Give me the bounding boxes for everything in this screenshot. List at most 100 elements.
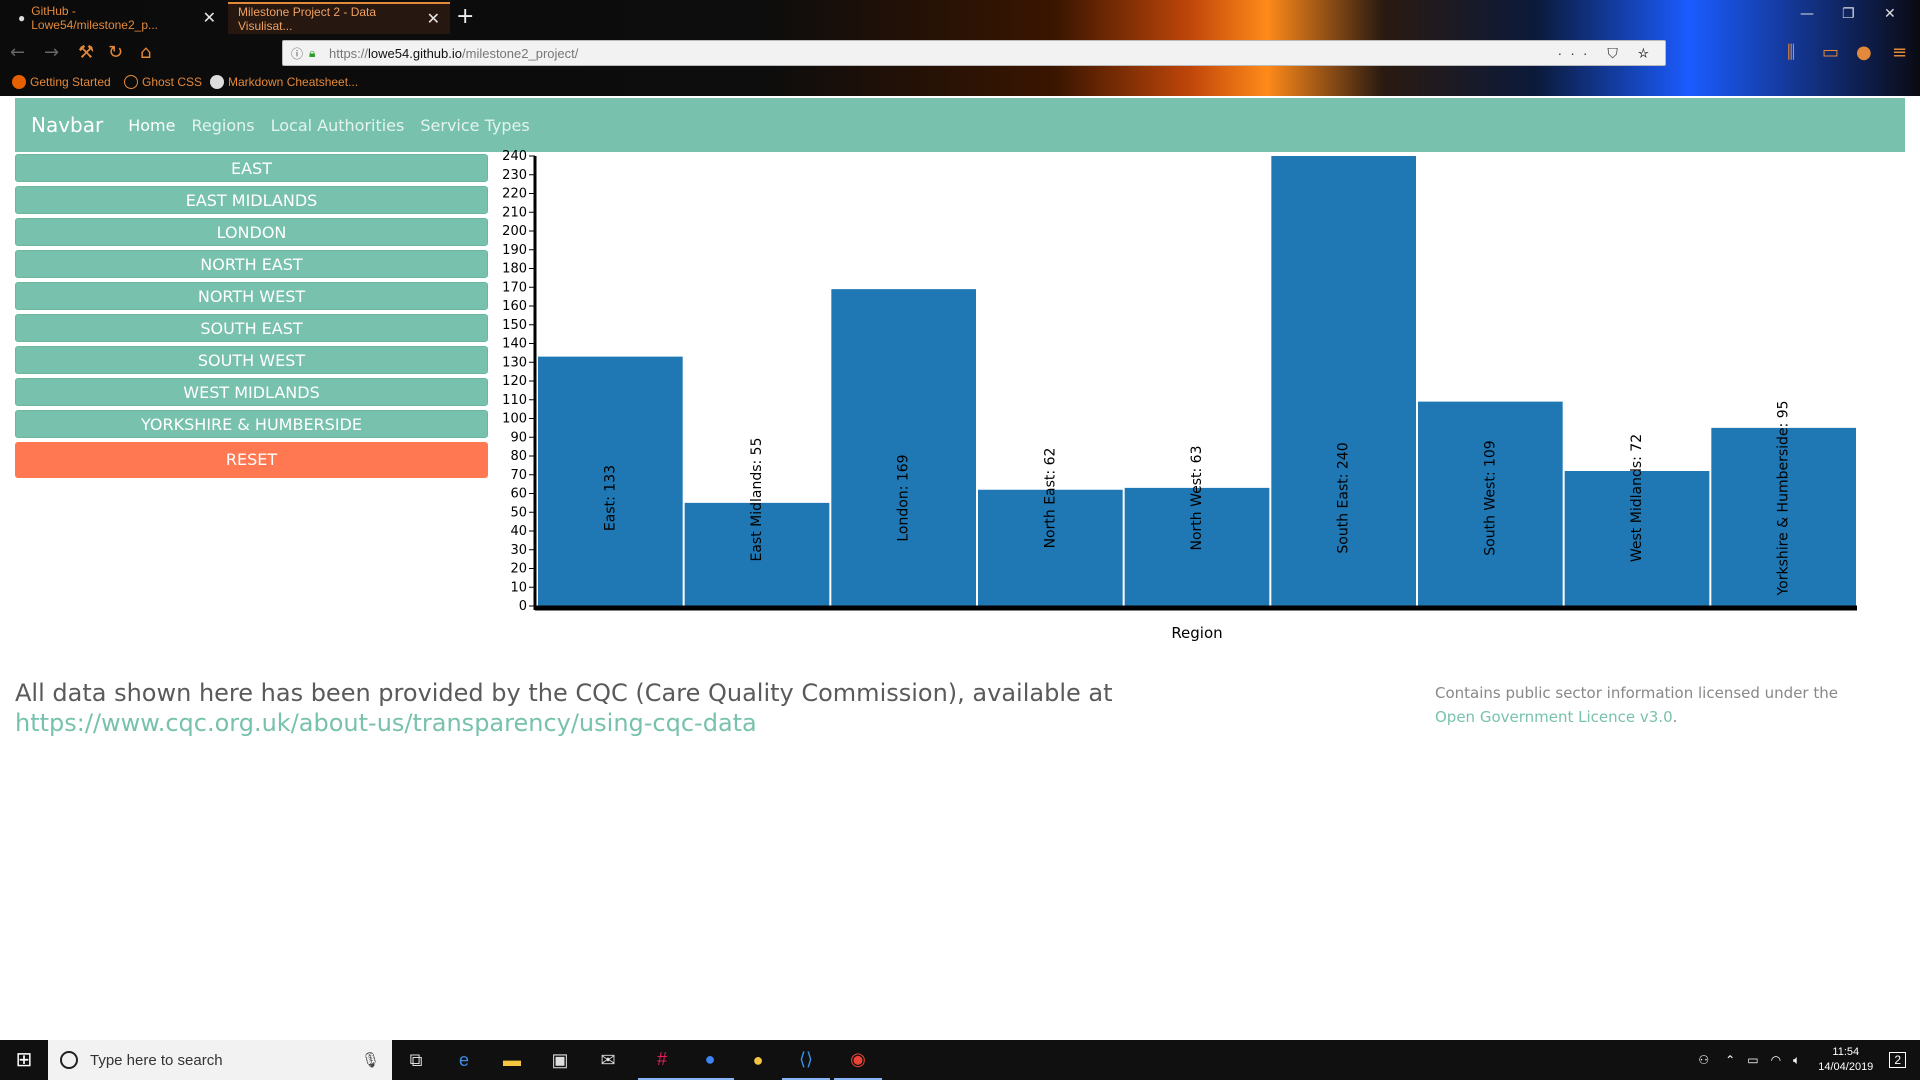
windows-taskbar: ⊞ Type here to search 🎙︎ ⧉ e ▬ ▣ ✉ # ● ●…	[0, 1040, 1920, 1080]
y-tick-label: 190	[502, 243, 527, 258]
cqc-link[interactable]: https://www.cqc.org.uk/about-us/transpar…	[15, 709, 757, 737]
mail-icon[interactable]: ✉	[584, 1040, 632, 1080]
y-tick-label: 120	[502, 374, 527, 389]
minimize-button[interactable]: —	[1800, 6, 1814, 22]
nav-link-regions[interactable]: Regions	[191, 116, 254, 135]
region-filter-list: EAST EAST MIDLANDS LONDON NORTH EAST NOR…	[15, 154, 488, 478]
data-source-text: All data shown here has been provided by…	[15, 679, 1113, 707]
region-button-east[interactable]: EAST	[15, 154, 488, 182]
y-tick-label: 230	[502, 168, 527, 183]
maximize-button[interactable]: ❐	[1842, 6, 1855, 22]
edge-icon[interactable]: e	[440, 1040, 488, 1080]
taskbar-search-placeholder: Type here to search	[90, 1051, 223, 1069]
tab-milestone[interactable]: Milestone Project 2 - Data Visulisat... …	[228, 2, 450, 34]
volume-icon[interactable]: 🔈︎	[1793, 1053, 1800, 1068]
tab-strip: ● GitHub - Lowe54/milestone2_p... ✕ Mile…	[0, 0, 1920, 34]
region-button-north-east[interactable]: NORTH EAST	[15, 250, 488, 278]
region-button-north-west[interactable]: NORTH WEST	[15, 282, 488, 310]
app-icon[interactable]: ●	[734, 1040, 782, 1080]
microphone-icon[interactable]: 🎙︎	[361, 1051, 380, 1069]
region-button-south-east[interactable]: SOUTH EAST	[15, 314, 488, 342]
x-axis-title: Region	[1171, 624, 1222, 642]
tab-github[interactable]: ● GitHub - Lowe54/milestone2_p... ✕	[8, 2, 226, 34]
window-close-button[interactable]: ✕	[1884, 6, 1896, 22]
github-icon: ●	[18, 11, 26, 25]
web-page: Navbar Home Regions Local Authorities Se…	[0, 96, 1920, 1040]
y-tick-label: 100	[502, 412, 527, 427]
close-icon[interactable]: ✕	[427, 9, 440, 29]
account-icon[interactable]: ●	[1856, 42, 1872, 63]
info-icon[interactable]: ⓘ	[291, 45, 309, 62]
bookmark-getting-started[interactable]: Getting Started	[12, 75, 111, 89]
region-bar-chart: 0 10 20 30 40 50 60 70 80 90 100 110 120 130 140 150 160…	[502, 150, 1857, 642]
navbar-brand[interactable]: Navbar	[31, 113, 103, 137]
bar-data-label: London: 169	[896, 454, 912, 541]
firefox-icon[interactable]: ●	[686, 1040, 734, 1080]
y-tick-label: 80	[510, 449, 527, 464]
page-actions-icon[interactable]: ··· ⛉ ☆	[1558, 45, 1657, 62]
y-tick-label: 140	[502, 337, 527, 352]
chrome-icon[interactable]: ◉	[834, 1040, 882, 1080]
y-tick-label: 170	[502, 280, 527, 295]
bar-data-label: North East: 62	[1042, 448, 1058, 549]
y-tick-label: 200	[502, 224, 527, 239]
data-source-notice: All data shown here has been provided by…	[15, 678, 1395, 738]
nav-link-home[interactable]: Home	[128, 116, 175, 135]
nav-link-local-authorities[interactable]: Local Authorities	[271, 116, 405, 135]
file-explorer-icon[interactable]: ▬	[488, 1040, 536, 1080]
lock-icon: 🔒︎	[309, 45, 316, 60]
ogl-link[interactable]: Open Government Licence v3.0	[1435, 708, 1673, 726]
y-tick-label: 240	[502, 150, 527, 164]
clock-date: 14/04/2019	[1818, 1061, 1874, 1073]
y-tick-label: 150	[502, 318, 527, 333]
bar-data-label: South West: 109	[1482, 440, 1498, 555]
github-icon	[210, 75, 224, 89]
url-bar[interactable]: ⓘ 🔒︎ https:// lowe54.github.io /mileston…	[282, 40, 1666, 66]
y-tick-label: 90	[510, 430, 527, 445]
y-tick-label: 220	[502, 187, 527, 202]
tab-title: Milestone Project 2 - Data Visulisat...	[238, 5, 377, 33]
library-icon[interactable]: ⫼	[1787, 42, 1795, 63]
wifi-icon[interactable]: ◠	[1771, 1053, 1781, 1067]
notification-icon[interactable]: 2	[1889, 1052, 1906, 1068]
sidebar-icon[interactable]: ▭	[1822, 42, 1839, 63]
bar-data-label: East Midlands: 55	[749, 437, 765, 561]
y-tick-label: 160	[502, 299, 527, 314]
y-tick-label: 20	[510, 562, 527, 577]
windows-start-icon[interactable]: ⊞	[0, 1040, 48, 1080]
task-view-icon[interactable]: ⧉	[392, 1040, 440, 1080]
nav-link-service-types[interactable]: Service Types	[420, 116, 529, 135]
licence-text: Contains public sector information licen…	[1435, 684, 1838, 702]
region-button-south-west[interactable]: SOUTH WEST	[15, 346, 488, 374]
slack-icon[interactable]: #	[638, 1040, 686, 1080]
chevron-up-icon[interactable]: ⌃	[1725, 1053, 1735, 1067]
bookmark-ghost-css[interactable]: Ghost CSS	[124, 75, 202, 89]
store-icon[interactable]: ▣	[536, 1040, 584, 1080]
reset-button[interactable]: RESET	[15, 442, 488, 478]
menu-icon[interactable]: ≡	[1892, 42, 1907, 63]
people-icon[interactable]: ⚇	[1698, 1053, 1709, 1067]
forward-icon[interactable]: →	[44, 42, 59, 63]
y-tick-label: 60	[510, 487, 527, 502]
wrench-icon[interactable]: ⚒	[78, 42, 94, 63]
battery-icon[interactable]: ▭	[1747, 1053, 1758, 1067]
bar-data-label: South East: 240	[1336, 442, 1352, 553]
region-button-yorkshire-humberside[interactable]: YORKSHIRE & HUMBERSIDE	[15, 410, 488, 438]
globe-icon	[124, 75, 138, 89]
reload-icon[interactable]: ↻	[108, 42, 123, 63]
clock[interactable]: 11:54 14/04/2019	[1818, 1045, 1873, 1075]
url-host: lowe54.github.io	[368, 45, 462, 61]
y-tick-label: 210	[502, 205, 527, 220]
region-button-west-midlands[interactable]: WEST MIDLANDS	[15, 378, 488, 406]
back-icon[interactable]: ←	[10, 42, 25, 63]
system-tray: ⚇ ⌃ ▭ ◠ 🔈︎ 11:54 14/04/2019 2	[1688, 1040, 1920, 1080]
vscode-icon[interactable]: ⟨⟩	[782, 1040, 830, 1080]
taskbar-search-box[interactable]: Type here to search 🎙︎	[48, 1040, 392, 1080]
region-button-east-midlands[interactable]: EAST MIDLANDS	[15, 186, 488, 214]
new-tab-button[interactable]: +	[456, 4, 474, 29]
search-icon	[60, 1051, 78, 1069]
region-button-london[interactable]: LONDON	[15, 218, 488, 246]
home-icon[interactable]: ⌂	[140, 42, 151, 63]
bookmark-markdown-cheatsheet[interactable]: Markdown Cheatsheet...	[210, 75, 358, 89]
close-icon[interactable]: ✕	[203, 8, 216, 28]
